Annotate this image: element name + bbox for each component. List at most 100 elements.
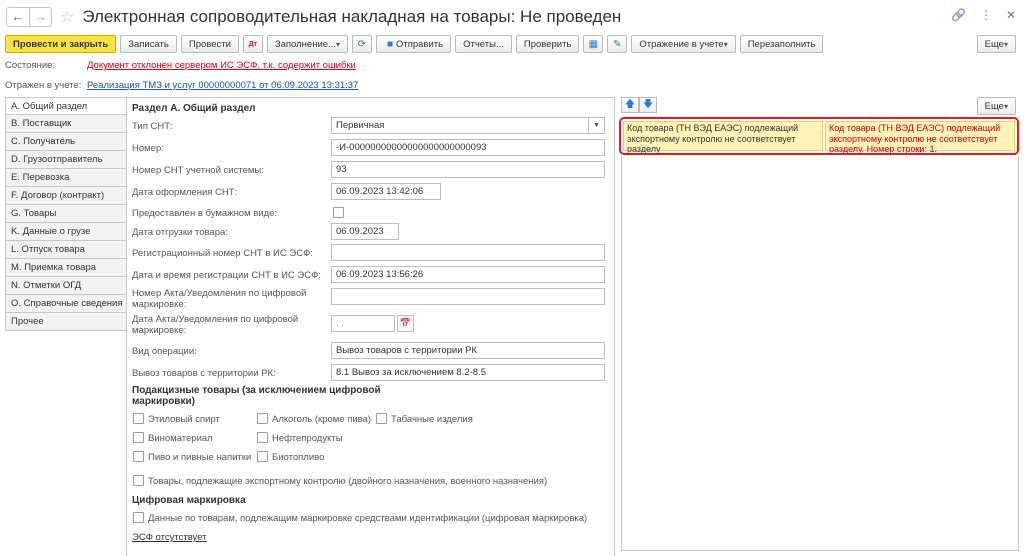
edit-button[interactable]: ✎	[607, 35, 628, 53]
more-button-right[interactable]: Еще	[976, 97, 1016, 115]
structure-icon: ▦	[588, 38, 599, 50]
export-label: Вывоз товаров с территории РК:	[132, 368, 276, 379]
tab-ogd-marks[interactable]: N. Отметки ОГД	[5, 277, 127, 295]
move-down-button[interactable]: 🡇	[639, 97, 657, 113]
errors-panel: 🡅 🡇 Еще Код товара (ТН ВЭД ЕАЭС) подлежа…	[614, 97, 1024, 556]
reflected-label: Отражен в учете:	[5, 80, 82, 91]
snt-type-select[interactable]: Первичная ▼	[331, 117, 605, 134]
digital-title: Цифровая маркировка	[132, 495, 246, 506]
move-up-button[interactable]: 🡅	[621, 97, 639, 113]
paper-checkbox[interactable]	[333, 207, 344, 218]
refill-button[interactable]: Перезаполнить	[739, 35, 824, 53]
error-message-cell[interactable]: Код товара (ТН ВЭД ЕАЭС) подлежащий эксп…	[825, 121, 1015, 154]
back-arrow-icon[interactable]: ←	[7, 8, 29, 26]
fill-button[interactable]: Заполнение...	[266, 35, 348, 53]
wine-label: Виноматериал	[148, 433, 213, 444]
tab-supplier[interactable]: B. Поставщик	[5, 115, 127, 133]
oil-label: Нефтепродукты	[272, 433, 343, 444]
send-button[interactable]: ■ Отправить	[375, 35, 452, 53]
write-button[interactable]: Записать	[120, 35, 177, 53]
tab-cargo-data[interactable]: K. Данные о грузе	[5, 223, 127, 241]
acc-number-field[interactable]: 93	[331, 161, 605, 178]
reg-number-label: Регистрационный номер СНТ в ИС ЭСФ:	[132, 248, 313, 259]
command-bar: Провести и закрыть Записать Провести Дт …	[5, 35, 824, 53]
state-value-link[interactable]: Документ отклонен сервером ИС ЭСФ, т.к. …	[87, 60, 356, 71]
export-field[interactable]: 8.1 Вывоз за исключением 8.2-8.5	[331, 364, 605, 381]
beer-label: Пиво и пивные напитки	[148, 452, 252, 463]
refresh-button[interactable]: ⟳	[351, 35, 372, 53]
reports-button[interactable]: Отчеты...	[455, 35, 512, 53]
check-button[interactable]: Проверить	[515, 35, 580, 53]
reflected-document-link[interactable]: Реализация ТМЗ и услуг 00000000071 от 06…	[87, 80, 358, 91]
alcohol-label: Алкоголь (кроме пива)	[272, 414, 372, 425]
tab-goods-release[interactable]: L. Отпуск товара	[5, 241, 127, 259]
act-date-field[interactable]: . .	[331, 315, 395, 332]
section-title: Раздел А. Общий раздел	[132, 103, 256, 114]
wine-checkbox[interactable]	[133, 432, 144, 443]
tab-goods-acceptance[interactable]: M. Приемка товара	[5, 259, 127, 277]
post-and-close-button[interactable]: Провести и закрыть	[5, 35, 117, 53]
window-controls: 🔗 ⋮ ✕	[951, 8, 1016, 22]
reg-date-label: Дата и время регистрации СНТ в ИС ЭСФ:	[132, 270, 321, 281]
tab-other[interactable]: Прочее	[5, 313, 127, 331]
link-icon[interactable]: 🔗	[951, 8, 966, 22]
tab-reference-info[interactable]: O. Справочные сведения	[5, 295, 127, 313]
close-icon[interactable]: ✕	[1006, 8, 1016, 22]
esf-link[interactable]: ЭСФ отсутствует	[132, 532, 207, 543]
operation-field[interactable]: Вывоз товаров с территории РК	[331, 342, 605, 359]
reg-date-field[interactable]: 06.09.2023 13:56:26	[331, 266, 605, 283]
more-button-top[interactable]: Еще	[976, 35, 1016, 53]
tab-recipient[interactable]: C. Получатель	[5, 133, 127, 151]
reg-number-field[interactable]	[331, 244, 605, 261]
tobacco-label: Табачные изделия	[391, 414, 473, 425]
calendar-icon: 📅	[399, 318, 412, 328]
dt-kt-button[interactable]: Дт	[242, 35, 263, 53]
state-line: Состояние: Документ отклонен сервером ИС…	[5, 60, 356, 71]
operation-label: Вид операции:	[132, 346, 197, 357]
tab-goods[interactable]: G. Товары	[5, 205, 127, 223]
forward-arrow-icon[interactable]: →	[29, 7, 51, 26]
number-field[interactable]: -И-00000000000000000000000093	[331, 139, 605, 156]
export-control-checkbox[interactable]	[133, 475, 144, 486]
send-icon: ■	[386, 38, 393, 50]
structure-button[interactable]: ▦	[583, 35, 604, 53]
error-row-highlight[interactable]: Код товара (ТН ВЭД ЕАЭС) подлежащий эксп…	[619, 117, 1019, 155]
dropdown-arrow-icon[interactable]: ▼	[588, 118, 604, 133]
tab-shipper[interactable]: D. Грузоотправитель	[5, 151, 127, 169]
tab-transport[interactable]: E. Перевозка	[5, 169, 127, 187]
snt-type-label: Тип СНТ:	[132, 121, 173, 132]
beer-checkbox[interactable]	[133, 451, 144, 462]
post-button[interactable]: Провести	[180, 35, 239, 53]
reflect-in-accounting-button[interactable]: Отражение в учете	[631, 35, 736, 53]
page-title: Электронная сопроводительная накладная н…	[82, 6, 622, 26]
ship-date-label: Дата отгрузки товара:	[132, 227, 228, 238]
digital-label: Данные по товарам, подлежащим маркировке…	[148, 513, 588, 524]
ship-date-field[interactable]: 06.09.2023	[331, 223, 399, 240]
tab-contract[interactable]: F. Договор (контракт)	[5, 187, 127, 205]
errors-list[interactable]	[621, 156, 1019, 551]
ethyl-checkbox[interactable]	[133, 413, 144, 424]
favorite-star-icon[interactable]: ☆	[60, 7, 74, 27]
biofuel-checkbox[interactable]	[257, 451, 268, 462]
paper-label: Предоставлен в бумажном виде:	[132, 208, 278, 219]
issue-date-field[interactable]: 06.09.2023 13:42:06	[331, 183, 441, 200]
more-vertical-icon[interactable]: ⋮	[980, 8, 992, 22]
tab-general[interactable]: А. Общий раздел	[5, 97, 127, 115]
move-buttons: 🡅 🡇	[621, 97, 657, 113]
section-tabs: А. Общий раздел B. Поставщик C. Получате…	[5, 97, 127, 331]
error-field-cell[interactable]: Код товара (ТН ВЭД ЕАЭС) подлежащий эксп…	[623, 121, 823, 154]
calendar-button[interactable]: 📅	[397, 315, 414, 332]
general-section-form: Раздел А. Общий раздел Тип СНТ: Первична…	[126, 97, 614, 556]
digital-checkbox[interactable]	[133, 512, 144, 523]
arrow-down-icon: 🡇	[642, 98, 654, 110]
dt-kt-icon: Дт	[248, 40, 258, 48]
title-bar: ← → ☆ Электронная сопроводительная накла…	[0, 0, 1024, 33]
send-label: Отправить	[395, 38, 444, 50]
pencil-icon: ✎	[613, 38, 622, 50]
arrow-up-icon: 🡅	[624, 98, 636, 110]
oil-checkbox[interactable]	[257, 432, 268, 443]
alcohol-checkbox[interactable]	[257, 413, 268, 424]
issue-date-label: Дата оформления СНТ:	[132, 187, 238, 198]
tobacco-checkbox[interactable]	[376, 413, 387, 424]
act-number-field[interactable]	[331, 288, 605, 305]
